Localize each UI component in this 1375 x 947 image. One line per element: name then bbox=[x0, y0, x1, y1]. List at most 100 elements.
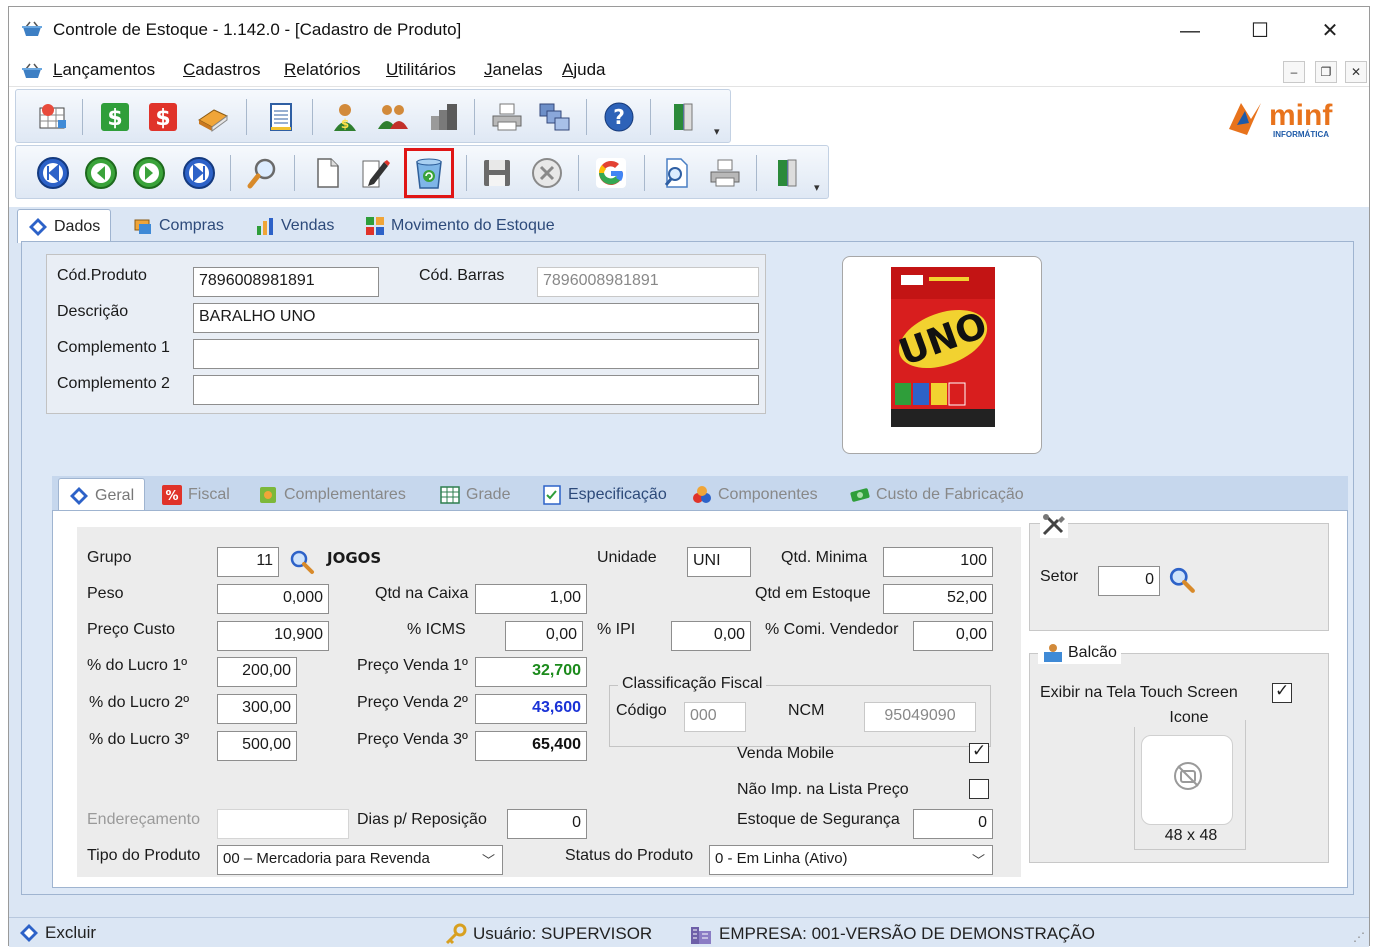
qtd-caixa-input[interactable]: 1,00 bbox=[475, 584, 587, 614]
tab-custo-fabricacao[interactable]: Custo de Fabricação bbox=[840, 478, 1034, 512]
mdi-close-button[interactable]: ✕ bbox=[1345, 61, 1367, 83]
venda-mobile-checkbox[interactable]: ✓ bbox=[969, 741, 989, 763]
mdi-minimize-button[interactable]: – bbox=[1283, 61, 1305, 83]
users-button[interactable] bbox=[374, 98, 412, 136]
menu-ajuda[interactable]: Ajuda bbox=[562, 60, 605, 80]
previous-record-button[interactable] bbox=[82, 154, 120, 192]
tipo-produto-label: Tipo do Produto bbox=[87, 847, 201, 864]
icone-picker[interactable] bbox=[1141, 735, 1233, 825]
unidade-input[interactable]: UNI bbox=[687, 547, 751, 577]
book-button[interactable] bbox=[194, 98, 232, 136]
lucro3-input[interactable]: 500,00 bbox=[217, 731, 297, 761]
svg-text:$: $ bbox=[341, 117, 349, 131]
puzzle-icon bbox=[260, 487, 276, 503]
last-record-button[interactable] bbox=[180, 154, 218, 192]
tab-vendas[interactable]: Vendas bbox=[245, 209, 344, 243]
preview-button[interactable] bbox=[658, 154, 696, 192]
descricao-input[interactable]: BARALHO UNO bbox=[193, 303, 759, 333]
tab-fiscal[interactable]: % Fiscal bbox=[152, 478, 240, 512]
menu-cadastros[interactable]: Cadastros bbox=[183, 60, 260, 80]
maximize-button[interactable]: ☐ bbox=[1237, 15, 1283, 47]
payables-button[interactable]: $ bbox=[144, 98, 182, 136]
preco-venda2-input[interactable]: 43,600 bbox=[475, 694, 587, 724]
resize-grip-icon[interactable]: ⋰ bbox=[1353, 930, 1365, 944]
search-icon[interactable] bbox=[1168, 566, 1196, 594]
preco-venda1-input[interactable]: 32,700 bbox=[475, 657, 587, 687]
close-form-button[interactable] bbox=[768, 154, 806, 192]
search-icon[interactable] bbox=[289, 549, 315, 575]
cancel-button[interactable] bbox=[528, 154, 566, 192]
print-button[interactable] bbox=[488, 98, 526, 136]
qtd-minima-input[interactable]: 100 bbox=[883, 547, 993, 577]
new-record-button[interactable] bbox=[308, 154, 346, 192]
tab-geral[interactable]: Geral bbox=[58, 478, 146, 512]
floppy-disk-icon bbox=[484, 160, 510, 186]
comissao-input[interactable]: 0,00 bbox=[913, 621, 993, 651]
menu-lancamentos[interactable]: Lançamentos bbox=[53, 60, 155, 80]
document-list-button[interactable] bbox=[262, 98, 300, 136]
toolbar-overflow-icon[interactable]: ▾ bbox=[714, 125, 720, 138]
help-button[interactable]: ? bbox=[600, 98, 638, 136]
users-icon bbox=[378, 105, 408, 129]
menu-utilitarios[interactable]: Utilitários bbox=[386, 60, 456, 80]
diamond-info-icon bbox=[29, 217, 47, 236]
estoque-seguranca-input[interactable]: 0 bbox=[913, 809, 993, 839]
ncm-input[interactable]: 95049090 bbox=[864, 702, 976, 732]
tab-complementares[interactable]: Complementares bbox=[248, 478, 416, 512]
enderecamento-input[interactable] bbox=[217, 809, 349, 839]
tab-dados[interactable]: Dados bbox=[17, 209, 112, 243]
toolbar-overflow-icon[interactable]: ▾ bbox=[814, 181, 820, 194]
client-button[interactable]: $ bbox=[326, 98, 364, 136]
balcao-legend: Balcão bbox=[1038, 642, 1121, 664]
tab-grade[interactable]: Grade bbox=[430, 478, 520, 512]
receivables-button[interactable]: $ bbox=[96, 98, 134, 136]
tab-compras[interactable]: Compras bbox=[123, 209, 234, 243]
cod-barras-input[interactable]: 7896008981891 bbox=[537, 267, 759, 297]
qtd-estoque-input[interactable]: 52,00 bbox=[883, 584, 993, 614]
nao-imp-lista-checkbox[interactable] bbox=[969, 779, 989, 799]
preco-custo-input[interactable]: 10,900 bbox=[217, 621, 329, 651]
product-photo[interactable]: UNO bbox=[842, 256, 1042, 454]
first-record-button[interactable] bbox=[34, 154, 72, 192]
ipi-input[interactable]: 0,00 bbox=[671, 621, 751, 651]
save-button[interactable] bbox=[478, 154, 516, 192]
status-produto-select[interactable]: 0 - Em Linha (Ativo) ﹀ bbox=[709, 845, 993, 875]
exit-app-button[interactable] bbox=[664, 98, 702, 136]
codigo-input[interactable]: 000 bbox=[684, 702, 746, 732]
main-toolbar: $ $ $ ? ▾ bbox=[15, 89, 731, 143]
peso-input[interactable]: 0,000 bbox=[217, 584, 329, 614]
complemento1-input[interactable] bbox=[193, 339, 759, 369]
lucro1-input[interactable]: 200,00 bbox=[217, 657, 297, 687]
cod-produto-input[interactable]: 7896008981891 bbox=[193, 267, 379, 297]
menu-relatorios[interactable]: Relatórios bbox=[284, 60, 361, 80]
touch-screen-checkbox[interactable]: ✓ bbox=[1272, 681, 1292, 703]
windows-button[interactable] bbox=[536, 98, 574, 136]
grid-chart-icon bbox=[39, 104, 66, 129]
tipo-produto-select[interactable]: 00 – Mercadoria para Revenda ﹀ bbox=[217, 845, 503, 875]
google-search-button[interactable] bbox=[592, 154, 630, 192]
mdi-restore-button[interactable]: ❐ bbox=[1315, 61, 1337, 83]
inventory-button[interactable] bbox=[424, 98, 462, 136]
lucro2-input[interactable]: 300,00 bbox=[217, 694, 297, 724]
delete-record-button[interactable] bbox=[404, 148, 454, 198]
complemento2-input[interactable] bbox=[193, 375, 759, 405]
edit-record-button[interactable] bbox=[356, 154, 394, 192]
dias-reposicao-input[interactable]: 0 bbox=[507, 809, 587, 839]
status-usuario: Usuário: SUPERVISOR bbox=[445, 923, 652, 945]
grupo-input[interactable]: 11 bbox=[217, 547, 279, 577]
toolbar-separator bbox=[586, 99, 587, 135]
minimize-button[interactable]: — bbox=[1167, 15, 1213, 47]
title-bar[interactable]: Controle de Estoque - 1.142.0 - [Cadastr… bbox=[9, 7, 1369, 53]
setor-input[interactable]: 0 bbox=[1098, 566, 1160, 596]
icms-input[interactable]: 0,00 bbox=[505, 621, 583, 651]
tab-movimento-estoque[interactable]: Movimento do Estoque bbox=[355, 209, 565, 243]
preco-venda3-input[interactable]: 65,400 bbox=[475, 731, 587, 761]
menu-janelas[interactable]: Janelas bbox=[484, 60, 543, 80]
print-record-button[interactable] bbox=[706, 154, 744, 192]
search-button[interactable] bbox=[244, 154, 282, 192]
tab-componentes[interactable]: Componentes bbox=[682, 478, 828, 512]
close-button[interactable]: ✕ bbox=[1307, 15, 1353, 47]
next-record-button[interactable] bbox=[130, 154, 168, 192]
products-grid-button[interactable] bbox=[34, 98, 72, 136]
tab-especificacao[interactable]: Especificação bbox=[532, 478, 677, 512]
